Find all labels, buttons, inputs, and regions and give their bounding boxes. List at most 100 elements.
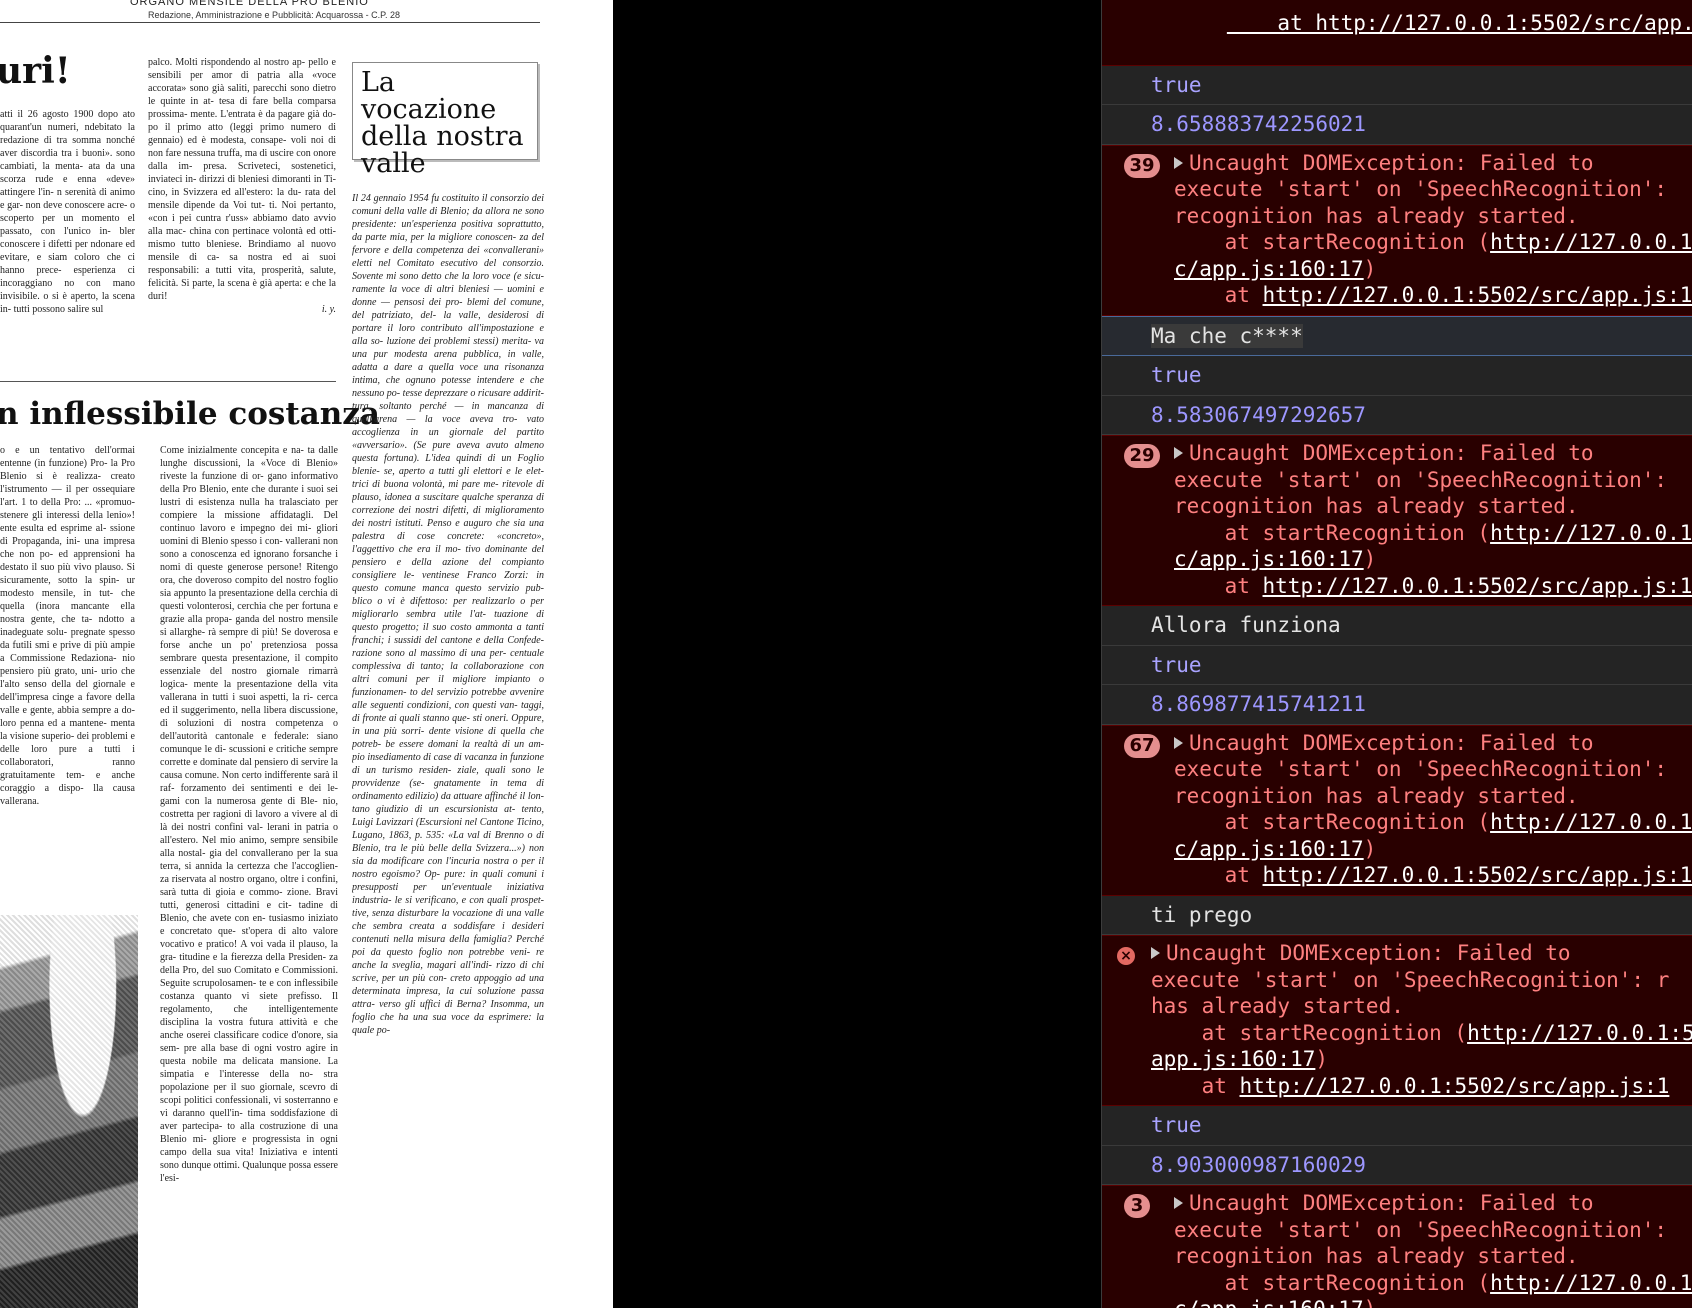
error-text: Uncaught DOMException: Failed to: [1189, 1191, 1594, 1215]
error-line: has already started.: [1151, 993, 1692, 1020]
stack-frame-text: at startRecognition (: [1174, 520, 1491, 545]
headline-inflessibile-costanza: n inflessibile costanza: [0, 396, 380, 432]
stack-frame-text: at startRecognition (: [1151, 1020, 1468, 1045]
repeat-count-badge: 39: [1124, 153, 1160, 178]
landscape-photo: [0, 915, 138, 1308]
expand-triangle-icon[interactable]: [1174, 447, 1183, 459]
stack-trace-link[interactable]: http://127.0.0.1:5502/sr: [1490, 1271, 1692, 1295]
stack-frame-text: at startRecognition (: [1174, 810, 1491, 834]
stack-frame-text: ): [1363, 547, 1377, 571]
devtools-console-panel[interactable]: at http://127.0.0.1:5502/src/app.js:1 tr…: [1101, 0, 1692, 1308]
console-message-text: Ma che c****: [1151, 323, 1303, 348]
error-icon: ×: [1117, 947, 1135, 965]
stack-frame-line: at http://127.0.0.1:5502/src/app.js:1: [1174, 282, 1692, 309]
stack-trace-link[interactable]: c/app.js:160:17: [1174, 547, 1364, 571]
console-log-message[interactable]: ti prego: [1102, 896, 1692, 935]
console-number-value[interactable]: 8.658883742256021: [1102, 105, 1692, 145]
console-message-text: true: [1151, 72, 1202, 97]
console-boolean-value[interactable]: true: [1102, 66, 1692, 105]
stack-frame-line: at startRecognition (http://127.0.0.1:55…: [1174, 1270, 1692, 1297]
error-line: Uncaught DOMException: Failed to: [1174, 150, 1692, 177]
stack-frame-line: at http://127.0.0.1:5502/src/app.js:1: [1174, 862, 1692, 889]
repeat-count-badge: 67: [1124, 733, 1160, 758]
error-line: execute 'start' on 'SpeechRecognition':: [1174, 467, 1692, 494]
error-text: recognition has already started.: [1174, 203, 1579, 228]
console-boolean-value[interactable]: true: [1102, 1106, 1692, 1146]
console-message-text: true: [1151, 652, 1202, 677]
console-number-value[interactable]: 8.903000987160029: [1102, 1146, 1692, 1185]
error-line: recognition has already started.: [1174, 493, 1692, 520]
stack-trace-link[interactable]: c/app.js:160:17: [1174, 257, 1364, 281]
error-text: Uncaught DOMException: Failed to: [1189, 441, 1594, 465]
stack-trace-link[interactable]: http://127.0.0.1:5502/src/app.js:1: [1263, 574, 1692, 598]
stack-frame-text: at startRecognition (: [1174, 1270, 1491, 1295]
error-text: execute 'start' on 'SpeechRecognition': …: [1151, 967, 1670, 992]
stack-frame-line: c/app.js:160:17): [1174, 256, 1692, 283]
error-line: recognition has already started.: [1174, 783, 1692, 810]
stack-frame-text: at: [1174, 283, 1263, 307]
console-boolean-value[interactable]: true: [1102, 646, 1692, 685]
stack-frame-line: at http://127.0.0.1:5502/src/app.js:1: [1151, 1073, 1692, 1100]
error-line: Uncaught DOMException: Failed to: [1174, 440, 1692, 467]
newspaper-masthead-sub: Redazione, Amministrazione e Pubblicità:…: [148, 10, 400, 20]
article-column-middle-top: palco. Molti rispondendo al nostro ap- p…: [148, 56, 336, 356]
stack-trace-link[interactable]: app.js:160:17: [1151, 1047, 1315, 1071]
stack-trace-link[interactable]: http://127.0.0.1:5502/sr: [1490, 230, 1692, 254]
console-number-value[interactable]: 8.869877415741211: [1102, 685, 1692, 725]
error-line: Uncaught DOMException: Failed to: [1151, 940, 1692, 967]
console-log-message[interactable]: Allora funziona: [1102, 606, 1692, 646]
error-text: Uncaught DOMException: Failed to: [1189, 150, 1594, 175]
stack-trace-link[interactable]: c/app.js:160:17: [1174, 837, 1364, 861]
newspaper-page: ORGANO MENSILE DELLA PRO BLENIO Redazion…: [0, 0, 613, 1308]
expand-triangle-icon[interactable]: [1174, 736, 1183, 749]
repeat-count-badge: 29: [1124, 444, 1160, 468]
stack-trace-link[interactable]: c/app.js:160:17: [1174, 1297, 1364, 1308]
stack-frame-line: c/app.js:160:17): [1174, 546, 1692, 573]
stack-trace-link[interactable]: http://127.0.0.1:5502/src/: [1467, 1021, 1692, 1045]
stack-frame-line: at startRecognition (http://127.0.0.1:55…: [1174, 229, 1692, 256]
error-line: Uncaught DOMException: Failed to: [1174, 1190, 1692, 1217]
error-line: Uncaught DOMException: Failed to: [1174, 730, 1692, 757]
stack-frame-text: ): [1363, 256, 1377, 281]
console-error-message[interactable]: × Uncaught DOMException: Failed to execute…: [1102, 935, 1692, 1106]
stack-trace-link[interactable]: http://127.0.0.1:5502/sr: [1490, 521, 1692, 545]
error-text: Uncaught DOMException: Failed to: [1189, 730, 1594, 755]
stack-trace-link[interactable]: at http://127.0.0.1:5502/src/app.js:1: [1227, 11, 1692, 35]
stack-frame-text: ): [1315, 1047, 1329, 1071]
error-line: execute 'start' on 'SpeechRecognition':: [1174, 756, 1692, 783]
console-message-text: ti prego: [1151, 902, 1253, 927]
section-divider: [0, 381, 336, 382]
stack-frame-text: at startRecognition (: [1174, 230, 1491, 254]
expand-triangle-icon[interactable]: [1174, 1197, 1183, 1209]
error-text: execute 'start' on 'SpeechRecognition':: [1174, 1217, 1680, 1242]
newspaper-masthead: ORGANO MENSILE DELLA PRO BLENIO: [130, 0, 369, 8]
error-text: execute 'start' on 'SpeechRecognition':: [1174, 757, 1680, 781]
console-error-message[interactable]: 29 Uncaught DOMException: Failed to execut…: [1102, 435, 1692, 606]
console-message-text: true: [1151, 1113, 1202, 1137]
stack-trace-link[interactable]: http://127.0.0.1:5502/src/app.js:1: [1240, 1074, 1670, 1098]
console-error-message[interactable]: 3 Uncaught DOMException: Failed to execute…: [1102, 1185, 1692, 1308]
expand-triangle-icon[interactable]: [1151, 947, 1160, 959]
console-error-message[interactable]: 67 Uncaught DOMException: Failed to execut…: [1102, 724, 1692, 896]
console-error-partial[interactable]: at http://127.0.0.1:5502/src/app.js:1: [1102, 0, 1692, 66]
console-boolean-value[interactable]: true: [1102, 356, 1692, 396]
stack-frame-line: at startRecognition (http://127.0.0.1:55…: [1151, 1020, 1692, 1047]
stack-frame-line: c/app.js:160:17): [1174, 836, 1692, 863]
stack-trace-link[interactable]: http://127.0.0.1:5502/sr: [1490, 810, 1692, 834]
error-line: execute 'start' on 'SpeechRecognition':: [1174, 1217, 1692, 1244]
stack-frame-line: at http://127.0.0.1:5502/src/app.js:1: [1174, 573, 1692, 600]
stack-trace-link[interactable]: http://127.0.0.1:5502/src/app.js:1: [1263, 863, 1692, 887]
console-message-text: true: [1151, 363, 1202, 387]
boxed-article-title: La vocazione della nostra valle: [352, 62, 538, 177]
console-log-message[interactable]: Ma che c****: [1102, 315, 1692, 356]
console-message-list[interactable]: at http://127.0.0.1:5502/src/app.js:1 tr…: [1102, 0, 1692, 1308]
headline-auguri: uri!: [0, 50, 71, 92]
error-text: execute 'start' on 'SpeechRecognition':: [1174, 467, 1680, 492]
error-text: recognition has already started.: [1174, 783, 1579, 808]
stack-trace-link[interactable]: http://127.0.0.1:5502/src/app.js:1: [1263, 283, 1692, 307]
expand-triangle-icon[interactable]: [1174, 156, 1183, 169]
stack-frame-text: at: [1174, 573, 1263, 598]
console-error-message[interactable]: 39 Uncaught DOMException: Failed to execut…: [1102, 144, 1692, 316]
article-column-left-top: atti il 26 agosto 1900 dopo ato quarant'…: [0, 109, 135, 315]
console-number-value[interactable]: 8.583067497292657: [1102, 396, 1692, 435]
